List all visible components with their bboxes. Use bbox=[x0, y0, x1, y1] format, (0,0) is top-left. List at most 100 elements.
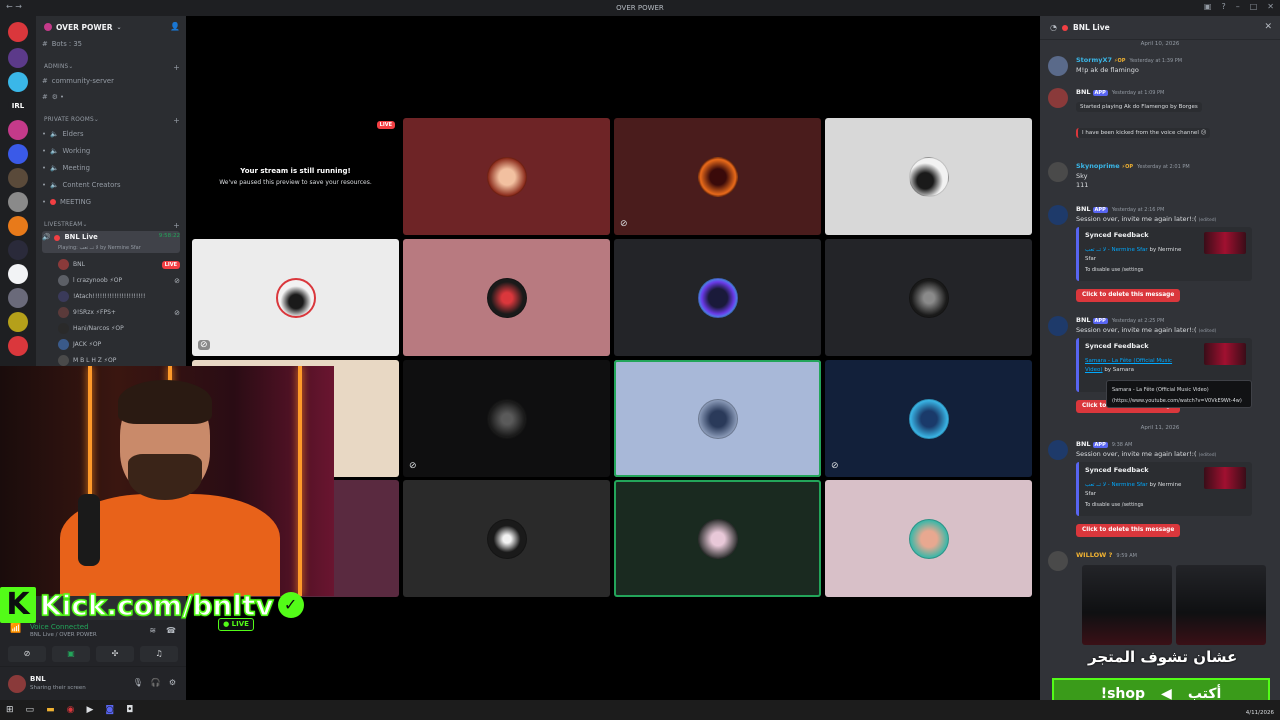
avatar[interactable] bbox=[1048, 551, 1068, 571]
participant-tile[interactable]: ⊘ bbox=[825, 360, 1032, 477]
author-name[interactable]: WILLOW ? bbox=[1076, 551, 1112, 559]
video-thumbnail[interactable] bbox=[1204, 232, 1246, 254]
voice-member[interactable]: 9!SRzx ⚡FPS+ ⊘ bbox=[58, 305, 180, 320]
avatar[interactable] bbox=[1048, 205, 1068, 225]
server-icon[interactable] bbox=[8, 192, 28, 212]
soundboard-button[interactable]: ♫ bbox=[140, 646, 178, 662]
song-link[interactable]: لا تــ تعب - Nermine Sfar bbox=[1085, 482, 1148, 488]
participant-tile[interactable] bbox=[614, 360, 821, 477]
channel-settings[interactable]: # ⚙ • bbox=[42, 89, 180, 104]
discord-icon[interactable]: ◙ bbox=[105, 705, 114, 715]
back-arrow-icon[interactable]: ← → bbox=[6, 2, 22, 11]
channel-working[interactable]: • 🔈 Working bbox=[42, 143, 180, 158]
channel-content-creators[interactable]: • 🔈 Content Creators bbox=[42, 177, 180, 192]
participant-tile[interactable] bbox=[403, 239, 610, 356]
headphones-icon[interactable]: 🎧 bbox=[151, 678, 161, 687]
participant-tile[interactable] bbox=[614, 239, 821, 356]
settings-gear-icon[interactable]: ⚙ bbox=[169, 678, 176, 687]
voice-member[interactable]: l crazynoob ⚡OP ⊘ bbox=[58, 273, 180, 288]
camera-off-button[interactable]: ⊘ bbox=[8, 646, 46, 662]
mic-icon[interactable]: 🎙 bbox=[133, 678, 143, 687]
close-window-button[interactable]: ✕ bbox=[1267, 2, 1274, 11]
voice-member[interactable]: !Atach!!!!!!!!!!!!!!!!!!!!!! bbox=[58, 289, 180, 304]
disconnect-icon[interactable]: ☎ bbox=[166, 626, 176, 635]
voice-member[interactable]: JACK ⚡OP bbox=[58, 337, 180, 352]
participant-tile[interactable]: ⊘ bbox=[614, 118, 821, 235]
screen-share-button[interactable]: ▣ bbox=[52, 646, 90, 662]
add-channel-icon[interactable]: + bbox=[173, 116, 180, 125]
channel-elders[interactable]: • 🔈 Elders bbox=[42, 126, 180, 141]
song-link[interactable]: لا تــ تعب - Nermine Sfar bbox=[1085, 247, 1148, 253]
avatar[interactable] bbox=[1048, 162, 1068, 182]
participant-tile[interactable] bbox=[825, 239, 1032, 356]
song-link[interactable]: Video) bbox=[1085, 367, 1103, 373]
participant-tile[interactable]: ⊘ bbox=[403, 360, 610, 477]
minimize-button[interactable]: – bbox=[1236, 2, 1240, 11]
start-icon[interactable]: ⊞ bbox=[6, 705, 14, 715]
voice-member[interactable]: BNL LIVE bbox=[58, 257, 180, 272]
participant-tile[interactable] bbox=[825, 118, 1032, 235]
author-name[interactable]: BNL bbox=[1076, 316, 1091, 324]
avatar[interactable] bbox=[1048, 56, 1068, 76]
song-link[interactable]: Samara - La Fête (Official Music bbox=[1085, 358, 1172, 364]
user-avatar[interactable] bbox=[8, 675, 26, 693]
avatar[interactable] bbox=[1048, 88, 1068, 108]
noise-suppression-icon[interactable]: ≋ bbox=[149, 626, 156, 635]
participant-tile[interactable]: ⊘ bbox=[192, 239, 399, 356]
attachment-image[interactable] bbox=[1082, 565, 1172, 645]
channel-meeting[interactable]: • 🔈 Meeting bbox=[42, 160, 180, 175]
server-header[interactable]: OVER POWER ⌄ bbox=[36, 16, 186, 38]
maximize-button[interactable]: □ bbox=[1250, 2, 1258, 11]
activities-button[interactable]: ✣ bbox=[96, 646, 134, 662]
voice-member[interactable]: Hani/Narcos ⚡OP bbox=[58, 321, 180, 336]
server-icon[interactable] bbox=[8, 144, 28, 164]
avatar[interactable] bbox=[1048, 316, 1068, 336]
server-icon[interactable] bbox=[8, 288, 28, 308]
add-member-icon[interactable]: 👤 bbox=[170, 22, 180, 31]
server-icon[interactable] bbox=[8, 264, 28, 284]
server-icon[interactable]: IRL bbox=[8, 96, 28, 116]
author-name[interactable]: Skynoprime bbox=[1076, 162, 1120, 170]
server-icon[interactable] bbox=[8, 72, 28, 92]
stream-paused-tile[interactable]: LIVE Your stream is still running! We've… bbox=[192, 118, 399, 235]
category-livestream[interactable]: LIVESTREAM ⌄ + bbox=[44, 219, 180, 231]
server-icon[interactable] bbox=[8, 22, 28, 42]
voice-channel[interactable]: BNL Live / OVER POWER bbox=[30, 632, 97, 638]
author-name[interactable]: BNL bbox=[1076, 205, 1091, 213]
close-chat-icon[interactable]: ✕ bbox=[1264, 22, 1272, 32]
video-thumbnail[interactable] bbox=[1204, 343, 1246, 365]
channel-bots[interactable]: # Bots : 35 bbox=[42, 36, 180, 51]
participant-tile[interactable] bbox=[403, 118, 610, 235]
explorer-icon[interactable]: ▬ bbox=[46, 705, 55, 715]
help-icon[interactable]: ? bbox=[1221, 2, 1225, 11]
author-name[interactable]: BNL bbox=[1076, 440, 1091, 448]
participant-tile[interactable] bbox=[825, 480, 1032, 597]
server-icon[interactable] bbox=[8, 336, 28, 356]
inbox-icon[interactable]: ▣ bbox=[1204, 2, 1212, 11]
server-icon[interactable] bbox=[8, 216, 28, 236]
app-icon[interactable]: ◘ bbox=[126, 705, 133, 715]
avatar[interactable] bbox=[1048, 440, 1068, 460]
delete-message-button[interactable]: Click to delete this message bbox=[1076, 524, 1181, 537]
chrome-icon[interactable]: ◉ bbox=[67, 705, 75, 715]
user-name[interactable]: BNL bbox=[30, 675, 46, 683]
channel-meeting-upper[interactable]: • MEETING bbox=[42, 194, 180, 209]
server-icon[interactable] bbox=[8, 240, 28, 260]
category-admins[interactable]: ADMINS ⌄ + bbox=[44, 61, 180, 73]
server-icon[interactable] bbox=[8, 168, 28, 188]
participant-tile[interactable] bbox=[403, 480, 610, 597]
add-channel-icon[interactable]: + bbox=[173, 221, 180, 230]
media-icon[interactable]: ▶ bbox=[86, 705, 93, 715]
participant-tile[interactable] bbox=[614, 480, 821, 597]
task-view-icon[interactable]: ▭ bbox=[26, 705, 35, 715]
category-private-rooms[interactable]: PRIVATE ROOMS ⌄ + bbox=[44, 114, 180, 126]
server-icon[interactable] bbox=[8, 48, 28, 68]
channel-community-server[interactable]: # community-server bbox=[42, 73, 180, 88]
attachment-image[interactable] bbox=[1176, 565, 1266, 645]
author-name[interactable]: BNL bbox=[1076, 88, 1091, 96]
server-icon[interactable] bbox=[8, 120, 28, 140]
delete-message-button[interactable]: Click to delete this message bbox=[1076, 289, 1181, 302]
add-channel-icon[interactable]: + bbox=[173, 63, 180, 72]
server-icon[interactable] bbox=[8, 312, 28, 332]
video-thumbnail[interactable] bbox=[1204, 467, 1246, 489]
